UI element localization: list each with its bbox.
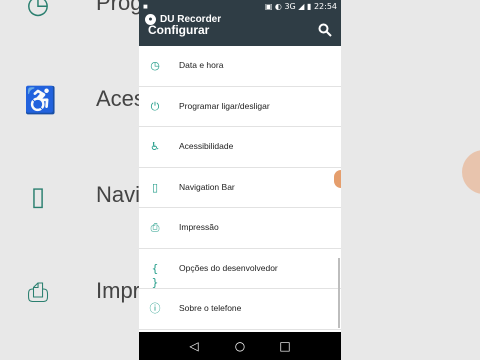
accessibility-icon: ♿ [150, 140, 160, 153]
bg-floating-button [462, 150, 480, 194]
network-label: 3G [284, 2, 296, 11]
schedule-icon: ◷ [26, 0, 50, 19]
back-icon[interactable]: ◁ [187, 339, 201, 353]
battery-icon: ▮ [306, 2, 312, 11]
clock-time: 22:54 [313, 2, 337, 11]
item-label: Sobre o telefone [179, 303, 242, 313]
page-title: Configurar [148, 23, 210, 37]
settings-item-accessibility[interactable]: ♿ Acessibilidade [139, 127, 341, 168]
video-camera-icon: ■ [143, 2, 148, 11]
accessibility-icon: ♿ [24, 85, 57, 115]
bg-label: Aces [96, 86, 145, 111]
printer-icon: ⎙ [27, 277, 49, 307]
status-right: ▣ ◐ 3G ◢ ▮ 22:54 [265, 2, 337, 11]
floating-record-button[interactable] [334, 170, 341, 188]
code-braces-icon: { } [151, 261, 159, 289]
item-label: Navigation Bar [179, 181, 235, 192]
search-icon[interactable] [317, 22, 333, 38]
settings-item-schedule-power[interactable]: ⏻ Programar ligar/desligar [139, 87, 341, 127]
item-label: Opções do desenvolvedor [179, 262, 278, 273]
bg-label: Navi [96, 182, 141, 207]
bg-label: Impr [96, 278, 140, 303]
navigation-bar: ◁ ○ □ [139, 332, 341, 360]
settings-item-navigation-bar[interactable]: ▯ Navigation Bar [139, 168, 341, 208]
clock-icon: ◷ [150, 59, 160, 72]
phone-screen: ■ ▣ ◐ 3G ◢ ▮ 22:54 ● DU Recorder Configu… [139, 0, 341, 360]
app-toolbar: ● DU Recorder Configurar [139, 13, 341, 46]
settings-item-about-phone[interactable]: ⓘ Sobre o telefone [139, 289, 341, 330]
print-icon: ⎙ [150, 221, 160, 234]
status-icons: ▣ ◐ [264, 2, 285, 11]
item-label: Programar ligar/desligar [179, 100, 270, 111]
settings-item-date-time[interactable]: ◷ Data e hora [139, 46, 341, 87]
info-icon: ⓘ [149, 302, 161, 315]
phone-outline-icon: ▯ [30, 181, 46, 211]
signal-icon: ◢ [298, 2, 305, 11]
phone-icon: ▯ [151, 180, 159, 194]
home-icon[interactable]: ○ [233, 339, 247, 353]
item-label: Impressão [179, 222, 219, 232]
power-icon: ⏻ [150, 99, 160, 113]
recents-icon[interactable]: □ [278, 339, 292, 353]
item-label: Data e hora [179, 60, 224, 70]
scrollbar[interactable] [338, 258, 340, 328]
item-label: Acessibilidade [179, 141, 234, 151]
settings-item-developer-options[interactable]: { } Opções do desenvolvedor [139, 249, 341, 289]
settings-item-printing[interactable]: ⎙ Impressão [139, 208, 341, 249]
settings-list: ◷ Data e hora ⏻ Programar ligar/desligar… [139, 46, 341, 330]
status-bar: ■ ▣ ◐ 3G ◢ ▮ 22:54 [139, 0, 341, 14]
